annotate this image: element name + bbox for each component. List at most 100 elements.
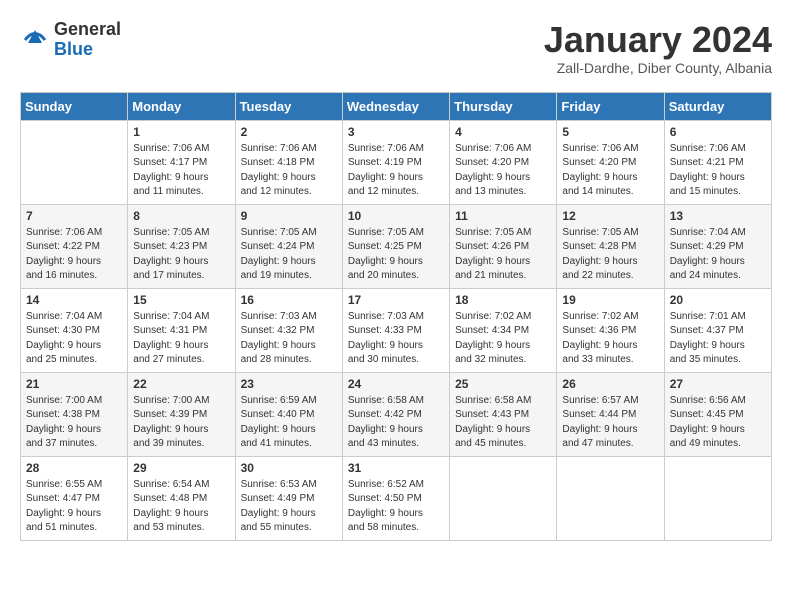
day-info: Sunrise: 7:04 AMSunset: 4:30 PMDaylight:… bbox=[26, 310, 122, 368]
day-number: 17 bbox=[348, 293, 444, 307]
calendar-cell: 8 Sunrise: 7:05 AMSunset: 4:23 PMDaylight… bbox=[128, 204, 235, 288]
calendar-body: 1 Sunrise: 7:06 AMSunset: 4:17 PMDaylight… bbox=[21, 120, 772, 540]
calendar-cell: 14 Sunrise: 7:04 AMSunset: 4:30 PMDayligh… bbox=[21, 288, 128, 372]
day-number: 31 bbox=[348, 461, 444, 475]
day-info: Sunrise: 7:03 AMSunset: 4:32 PMDaylight:… bbox=[241, 310, 337, 368]
logo-text: General Blue bbox=[54, 20, 121, 60]
day-info: Sunrise: 7:06 AMSunset: 4:20 PMDaylight:… bbox=[455, 142, 551, 200]
day-info: Sunrise: 7:06 AMSunset: 4:22 PMDaylight:… bbox=[26, 226, 122, 284]
calendar-cell: 25 Sunrise: 6:58 AMSunset: 4:43 PMDayligh… bbox=[450, 372, 557, 456]
calendar-cell bbox=[21, 120, 128, 204]
calendar-cell: 6 Sunrise: 7:06 AMSunset: 4:21 PMDaylight… bbox=[664, 120, 771, 204]
title-block: January 2024 Zall-Dardhe, Diber County, … bbox=[544, 20, 772, 76]
calendar-cell: 21 Sunrise: 7:00 AMSunset: 4:38 PMDayligh… bbox=[21, 372, 128, 456]
day-number: 6 bbox=[670, 125, 766, 139]
weekday-header: Friday bbox=[557, 92, 664, 120]
day-number: 2 bbox=[241, 125, 337, 139]
calendar-week-row: 7 Sunrise: 7:06 AMSunset: 4:22 PMDaylight… bbox=[21, 204, 772, 288]
day-number: 11 bbox=[455, 209, 551, 223]
day-info: Sunrise: 7:05 AMSunset: 4:25 PMDaylight:… bbox=[348, 226, 444, 284]
day-number: 4 bbox=[455, 125, 551, 139]
logo: General Blue bbox=[20, 20, 121, 60]
day-number: 30 bbox=[241, 461, 337, 475]
day-number: 27 bbox=[670, 377, 766, 391]
month-title: January 2024 bbox=[544, 20, 772, 60]
calendar-cell: 31Sunrise: 6:52 AMSunset: 4:50 PMDayligh… bbox=[342, 456, 449, 540]
weekday-header: Saturday bbox=[664, 92, 771, 120]
calendar-cell: 18 Sunrise: 7:02 AMSunset: 4:34 PMDayligh… bbox=[450, 288, 557, 372]
day-number: 22 bbox=[133, 377, 229, 391]
calendar-cell: 26Sunrise: 6:57 AMSunset: 4:44 PMDayligh… bbox=[557, 372, 664, 456]
calendar-cell: 2 Sunrise: 7:06 AMSunset: 4:18 PMDaylight… bbox=[235, 120, 342, 204]
calendar-cell: 1 Sunrise: 7:06 AMSunset: 4:17 PMDaylight… bbox=[128, 120, 235, 204]
day-number: 25 bbox=[455, 377, 551, 391]
day-info: Sunrise: 6:54 AMSunset: 4:48 PMDaylight:… bbox=[133, 478, 229, 536]
day-number: 1 bbox=[133, 125, 229, 139]
calendar-cell: 24Sunrise: 6:58 AMSunset: 4:42 PMDayligh… bbox=[342, 372, 449, 456]
day-info: Sunrise: 7:06 AMSunset: 4:21 PMDaylight:… bbox=[670, 142, 766, 200]
day-info: Sunrise: 7:06 AMSunset: 4:17 PMDaylight:… bbox=[133, 142, 229, 200]
day-info: Sunrise: 6:55 AMSunset: 4:47 PMDaylight:… bbox=[26, 478, 122, 536]
calendar-cell: 27 Sunrise: 6:56 AMSunset: 4:45 PMDayligh… bbox=[664, 372, 771, 456]
day-number: 8 bbox=[133, 209, 229, 223]
day-info: Sunrise: 7:06 AMSunset: 4:18 PMDaylight:… bbox=[241, 142, 337, 200]
calendar-cell: 16Sunrise: 7:03 AMSunset: 4:32 PMDayligh… bbox=[235, 288, 342, 372]
weekday-header: Monday bbox=[128, 92, 235, 120]
weekday-header: Thursday bbox=[450, 92, 557, 120]
day-info: Sunrise: 7:05 AMSunset: 4:28 PMDaylight:… bbox=[562, 226, 658, 284]
day-info: Sunrise: 7:04 AMSunset: 4:31 PMDaylight:… bbox=[133, 310, 229, 368]
calendar-cell: 15 Sunrise: 7:04 AMSunset: 4:31 PMDayligh… bbox=[128, 288, 235, 372]
calendar-header: SundayMondayTuesdayWednesdayThursdayFrid… bbox=[21, 92, 772, 120]
day-info: Sunrise: 7:00 AMSunset: 4:39 PMDaylight:… bbox=[133, 394, 229, 452]
calendar-cell: 5 Sunrise: 7:06 AMSunset: 4:20 PMDaylight… bbox=[557, 120, 664, 204]
location-label: Zall-Dardhe, Diber County, Albania bbox=[544, 60, 772, 76]
day-info: Sunrise: 6:58 AMSunset: 4:43 PMDaylight:… bbox=[455, 394, 551, 452]
day-number: 28 bbox=[26, 461, 122, 475]
calendar-cell: 10 Sunrise: 7:05 AMSunset: 4:25 PMDayligh… bbox=[342, 204, 449, 288]
day-number: 3 bbox=[348, 125, 444, 139]
header-row: SundayMondayTuesdayWednesdayThursdayFrid… bbox=[21, 92, 772, 120]
calendar-cell: 4 Sunrise: 7:06 AMSunset: 4:20 PMDaylight… bbox=[450, 120, 557, 204]
page-header: General Blue January 2024 Zall-Dardhe, D… bbox=[20, 20, 772, 76]
calendar-week-row: 1 Sunrise: 7:06 AMSunset: 4:17 PMDaylight… bbox=[21, 120, 772, 204]
day-number: 18 bbox=[455, 293, 551, 307]
day-info: Sunrise: 7:06 AMSunset: 4:20 PMDaylight:… bbox=[562, 142, 658, 200]
calendar-week-row: 21 Sunrise: 7:00 AMSunset: 4:38 PMDayligh… bbox=[21, 372, 772, 456]
day-info: Sunrise: 6:56 AMSunset: 4:45 PMDaylight:… bbox=[670, 394, 766, 452]
day-number: 29 bbox=[133, 461, 229, 475]
weekday-header: Wednesday bbox=[342, 92, 449, 120]
day-number: 10 bbox=[348, 209, 444, 223]
day-number: 21 bbox=[26, 377, 122, 391]
day-info: Sunrise: 7:05 AMSunset: 4:23 PMDaylight:… bbox=[133, 226, 229, 284]
day-info: Sunrise: 7:05 AMSunset: 4:26 PMDaylight:… bbox=[455, 226, 551, 284]
weekday-header: Tuesday bbox=[235, 92, 342, 120]
day-info: Sunrise: 7:05 AMSunset: 4:24 PMDaylight:… bbox=[241, 226, 337, 284]
logo-general-label: General bbox=[54, 20, 121, 40]
day-info: Sunrise: 6:57 AMSunset: 4:44 PMDaylight:… bbox=[562, 394, 658, 452]
calendar-cell: 17Sunrise: 7:03 AMSunset: 4:33 PMDayligh… bbox=[342, 288, 449, 372]
day-number: 5 bbox=[562, 125, 658, 139]
day-info: Sunrise: 7:02 AMSunset: 4:34 PMDaylight:… bbox=[455, 310, 551, 368]
day-info: Sunrise: 6:58 AMSunset: 4:42 PMDaylight:… bbox=[348, 394, 444, 452]
day-number: 7 bbox=[26, 209, 122, 223]
day-number: 14 bbox=[26, 293, 122, 307]
calendar-cell: 28 Sunrise: 6:55 AMSunset: 4:47 PMDayligh… bbox=[21, 456, 128, 540]
calendar-cell: 3 Sunrise: 7:06 AMSunset: 4:19 PMDaylight… bbox=[342, 120, 449, 204]
day-number: 23 bbox=[241, 377, 337, 391]
logo-icon bbox=[20, 25, 50, 55]
day-number: 15 bbox=[133, 293, 229, 307]
calendar-cell: 13Sunrise: 7:04 AMSunset: 4:29 PMDayligh… bbox=[664, 204, 771, 288]
calendar-cell: 29 Sunrise: 6:54 AMSunset: 4:48 PMDayligh… bbox=[128, 456, 235, 540]
calendar-cell: 20Sunrise: 7:01 AMSunset: 4:37 PMDayligh… bbox=[664, 288, 771, 372]
calendar-cell: 12 Sunrise: 7:05 AMSunset: 4:28 PMDayligh… bbox=[557, 204, 664, 288]
calendar-table: SundayMondayTuesdayWednesdayThursdayFrid… bbox=[20, 92, 772, 541]
calendar-cell: 22 Sunrise: 7:00 AMSunset: 4:39 PMDayligh… bbox=[128, 372, 235, 456]
day-number: 9 bbox=[241, 209, 337, 223]
day-info: Sunrise: 7:06 AMSunset: 4:19 PMDaylight:… bbox=[348, 142, 444, 200]
day-number: 13 bbox=[670, 209, 766, 223]
day-info: Sunrise: 7:00 AMSunset: 4:38 PMDaylight:… bbox=[26, 394, 122, 452]
day-number: 20 bbox=[670, 293, 766, 307]
calendar-cell: 30Sunrise: 6:53 AMSunset: 4:49 PMDayligh… bbox=[235, 456, 342, 540]
day-number: 12 bbox=[562, 209, 658, 223]
calendar-cell: 23Sunrise: 6:59 AMSunset: 4:40 PMDayligh… bbox=[235, 372, 342, 456]
